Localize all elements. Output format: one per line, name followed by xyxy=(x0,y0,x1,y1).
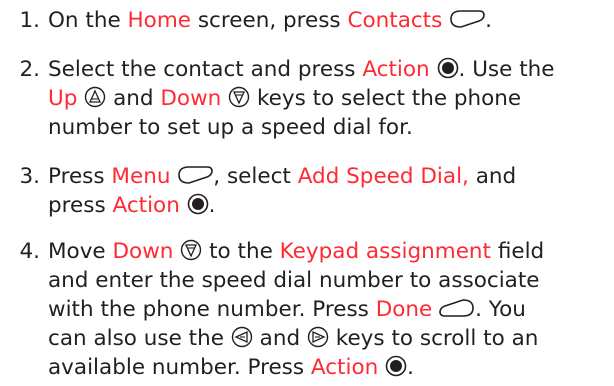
instruction-text: screen, press xyxy=(191,8,348,33)
instruction-text: to the xyxy=(202,239,280,264)
step-line: can also use the and keys to scroll to a… xyxy=(48,324,608,353)
instruction-text xyxy=(432,297,439,322)
step-line: with the phone number. Press Done . You xyxy=(48,295,608,324)
key-label-action: Action xyxy=(112,193,180,218)
instruction-text: . You xyxy=(475,297,526,322)
instruction-text: number to set up a speed dial for. xyxy=(48,115,413,140)
step-line: Select the contact and press Action . Us… xyxy=(48,55,608,84)
instruction-text: and enter the speed dial number to assoc… xyxy=(48,268,540,293)
instruction-text: with the phone number. Press xyxy=(48,297,376,322)
instruction-text: . xyxy=(407,355,414,380)
step-body: Press Menu , select Add Speed Dial, and p… xyxy=(48,162,608,220)
instruction-text: Select the contact and press xyxy=(48,57,363,82)
step-body: Move Down to the Keypad assignment field… xyxy=(48,237,608,382)
instruction-text: keys to scroll to an xyxy=(328,326,539,351)
instruction-text: , select xyxy=(213,164,298,189)
up-key-icon xyxy=(84,86,106,108)
step-line: available number. Press Action . xyxy=(48,353,608,382)
key-label-down: Down xyxy=(112,239,174,264)
instruction-text: Move xyxy=(48,239,113,264)
right-softkey-icon xyxy=(439,298,475,318)
step-body: Select the contact and press Action . Us… xyxy=(48,55,608,142)
down-key-icon xyxy=(180,239,202,261)
instruction-text: and xyxy=(252,326,307,351)
action-key-icon xyxy=(437,57,459,79)
key-label-contacts: Contacts xyxy=(347,8,443,33)
step-number: 2. xyxy=(19,57,40,82)
instruction-text xyxy=(180,193,187,218)
step-number: 4. xyxy=(19,239,40,264)
step-line: Move Down to the Keypad assignment field xyxy=(48,237,608,266)
step-line: and enter the speed dial number to assoc… xyxy=(48,266,608,295)
instruction-text: field xyxy=(490,239,545,264)
key-label-keypad-assignment: Keypad assignment xyxy=(279,239,491,264)
instruction-text: . Use the xyxy=(458,57,555,82)
instruction-text: On the xyxy=(48,8,128,33)
step-line: number to set up a speed dial for. xyxy=(48,113,608,142)
instruction-text: keys to select the phone xyxy=(250,86,522,111)
key-label-down: Down xyxy=(160,86,222,111)
key-label-up: Up xyxy=(48,86,78,111)
left-softkey-icon xyxy=(177,165,214,185)
action-key-icon xyxy=(385,355,407,377)
instruction-text: can also use the xyxy=(48,326,231,351)
step-line: press Action . xyxy=(48,191,608,220)
instruction-text: press xyxy=(48,193,113,218)
instruction-text xyxy=(442,8,449,33)
instruction-text xyxy=(378,355,385,380)
instruction-text xyxy=(173,239,180,264)
down-key-icon xyxy=(228,86,250,108)
left-softkey-icon xyxy=(449,9,485,29)
action-key-icon xyxy=(187,193,209,215)
step-line: Up and Down keys to select the phone xyxy=(48,84,608,113)
key-label-action: Action xyxy=(362,57,430,82)
step-line: On the Home screen, press Contacts . xyxy=(48,6,608,35)
left-key-icon xyxy=(231,326,253,348)
instruction-text xyxy=(77,86,84,111)
key-label-action: Action xyxy=(310,355,379,380)
step-body: On the Home screen, press Contacts . xyxy=(48,6,608,35)
instruction-text: . xyxy=(208,193,216,218)
instruction-text xyxy=(170,164,177,189)
instruction-text xyxy=(430,57,437,82)
instruction-text: available number. Press xyxy=(48,355,311,380)
step-line: Press Menu , select Add Speed Dial, and xyxy=(48,162,608,191)
key-label-menu: Menu xyxy=(111,164,171,189)
key-label-home: Home xyxy=(127,8,192,33)
step-number: 3. xyxy=(19,164,40,189)
instruction-text: . xyxy=(485,8,493,33)
key-label-add-speed-dial: Add Speed Dial, xyxy=(297,164,469,189)
instruction-text: and xyxy=(106,86,161,111)
step-number: 1. xyxy=(19,8,40,33)
right-key-icon xyxy=(307,326,329,348)
instruction-text: and xyxy=(468,164,517,189)
key-label-done: Done xyxy=(375,297,433,322)
instruction-text xyxy=(221,86,228,111)
instruction-text: Press xyxy=(48,164,112,189)
